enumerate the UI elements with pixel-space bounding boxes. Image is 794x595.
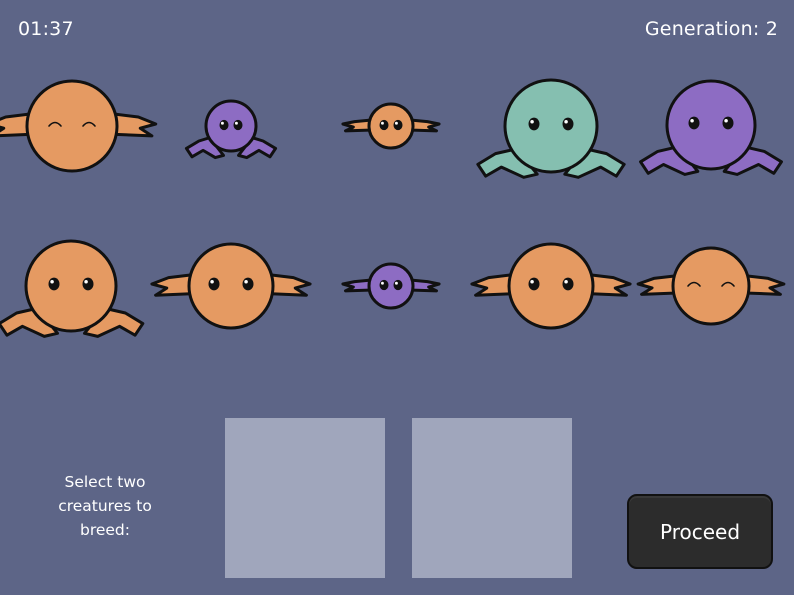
creature-eye bbox=[379, 119, 389, 131]
creature-4[interactable] bbox=[476, 78, 626, 179]
creature-body bbox=[665, 79, 757, 171]
creature-body bbox=[367, 102, 415, 150]
creature-eye bbox=[562, 277, 574, 291]
breed-slot-2[interactable] bbox=[412, 418, 572, 578]
creature-9[interactable] bbox=[470, 242, 632, 330]
creature-eye bbox=[219, 119, 229, 131]
creature-eye-glint bbox=[234, 121, 238, 125]
creature-eye-glint bbox=[380, 121, 384, 125]
creature-10[interactable] bbox=[636, 246, 786, 326]
creature-eye bbox=[722, 116, 734, 130]
proceed-button[interactable]: Proceed bbox=[627, 494, 773, 569]
selection-prompt-line: Select two bbox=[64, 473, 146, 491]
creature-8[interactable] bbox=[341, 262, 441, 310]
creature-eye-glint bbox=[564, 280, 568, 284]
creature-5[interactable] bbox=[639, 79, 783, 176]
creature-eye-glint bbox=[564, 120, 568, 124]
creature-eye bbox=[208, 277, 220, 291]
creature-2[interactable] bbox=[184, 99, 278, 160]
creature-body bbox=[507, 242, 595, 330]
creature-eye bbox=[393, 119, 403, 131]
creature-eye bbox=[393, 279, 403, 291]
creature-body bbox=[25, 79, 119, 173]
creature-eye-glint bbox=[84, 280, 88, 284]
creature-body bbox=[671, 246, 751, 326]
selection-prompt-line: creatures to bbox=[58, 497, 152, 515]
creature-eye-glint bbox=[50, 280, 54, 284]
creature-eye-glint bbox=[530, 280, 534, 284]
creature-6[interactable] bbox=[0, 239, 145, 338]
selection-prompt-line: breed: bbox=[79, 521, 130, 539]
creature-7[interactable] bbox=[150, 242, 312, 330]
creature-field bbox=[0, 78, 786, 338]
creature-eye-glint bbox=[394, 121, 398, 125]
creature-eye bbox=[242, 277, 254, 291]
creature-eye-glint bbox=[690, 119, 694, 123]
creature-eye bbox=[528, 277, 540, 291]
creature-eye bbox=[233, 119, 243, 131]
creature-eye-glint bbox=[380, 281, 384, 285]
selection-prompt: Select two creatures to breed: bbox=[30, 470, 180, 542]
creature-3[interactable] bbox=[341, 102, 441, 150]
creature-eye-glint bbox=[724, 119, 728, 123]
creature-eye-glint bbox=[530, 120, 534, 124]
creature-body bbox=[503, 78, 599, 174]
creature-eye bbox=[82, 277, 94, 291]
creature-eye-glint bbox=[220, 121, 224, 125]
creature-eye-glint bbox=[210, 280, 214, 284]
creature-eye bbox=[379, 279, 389, 291]
creature-eye bbox=[528, 117, 540, 131]
creature-body bbox=[204, 99, 258, 153]
creature-eye-glint bbox=[244, 280, 248, 284]
creature-eye bbox=[562, 117, 574, 131]
breed-slot-1[interactable] bbox=[225, 418, 385, 578]
creature-body bbox=[187, 242, 275, 330]
creature-body bbox=[24, 239, 118, 333]
creature-eye-glint bbox=[394, 281, 398, 285]
creature-eye bbox=[688, 116, 700, 130]
creature-body bbox=[367, 262, 415, 310]
creature-1[interactable] bbox=[0, 79, 158, 173]
creature-eye bbox=[48, 277, 60, 291]
